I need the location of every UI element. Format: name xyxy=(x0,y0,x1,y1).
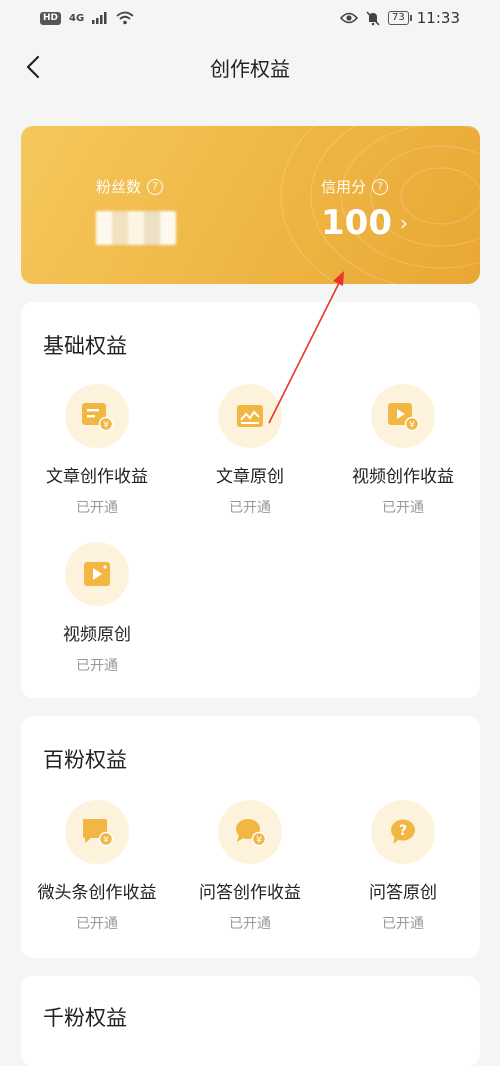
item-status: 已开通 xyxy=(76,500,118,516)
eye-icon xyxy=(340,12,359,24)
micro-post-income-icon: ¥ xyxy=(65,800,129,864)
hd-badge: HD xyxy=(40,11,62,25)
video-income-icon: ¥ xyxy=(371,384,435,448)
nav-bar: 创作权益 xyxy=(0,36,500,98)
status-left: HD 4G xyxy=(40,11,134,25)
status-right: 73 11:33 xyxy=(340,9,460,27)
battery-icon: 73 xyxy=(388,11,412,25)
section-title: 基础权益 xyxy=(43,334,127,358)
wifi-icon xyxy=(116,11,134,25)
svg-text:¥: ¥ xyxy=(103,421,109,431)
hundred-fans-rights-section: 百粉权益 ¥ 微头条创作收益 已开通 ¥ 问答创作收益 已开通 ? 问答原创 已… xyxy=(21,716,480,958)
item-label: 视频原创 xyxy=(63,625,131,645)
credit-score-link[interactable]: 100 › xyxy=(321,203,408,243)
back-button[interactable] xyxy=(18,52,48,82)
fans-label: 粉丝数 xyxy=(96,178,142,196)
status-bar: HD 4G 73 11:33 xyxy=(0,0,500,36)
rights-item-video-income[interactable]: ¥ 视频创作收益 已开通 xyxy=(327,384,479,517)
svg-text:?: ? xyxy=(399,823,407,839)
item-label: 问答创作收益 xyxy=(199,883,301,903)
signal-icon xyxy=(92,12,107,24)
fans-label-row: 粉丝数 ? xyxy=(96,176,176,197)
section-title: 百粉权益 xyxy=(43,748,127,772)
svg-text:¥: ¥ xyxy=(409,421,415,431)
thousand-fans-rights-section: 千粉权益 xyxy=(21,976,480,1066)
item-status: 已开通 xyxy=(229,916,271,932)
item-status: 已开通 xyxy=(382,500,424,516)
item-status: 已开通 xyxy=(76,658,118,674)
chevron-left-icon xyxy=(26,55,40,79)
network-type: 4G xyxy=(69,12,85,24)
article-original-icon xyxy=(218,384,282,448)
stats-card: 粉丝数 ? 信用分 ? 100 › xyxy=(21,126,480,284)
basic-rights-section: 基础权益 ¥ 文章创作收益 已开通 文章原创 已开通 ¥ 视频创作收益 已开通 … xyxy=(21,302,480,698)
fans-value-blurred xyxy=(96,211,176,245)
svg-text:¥: ¥ xyxy=(103,836,109,846)
clock: 11:33 xyxy=(416,9,460,27)
page-title: 创作权益 xyxy=(210,56,290,81)
qa-original-icon: ? xyxy=(371,800,435,864)
qa-income-icon: ¥ xyxy=(218,800,282,864)
credit-score: 100 xyxy=(321,203,392,243)
item-label: 微头条创作收益 xyxy=(37,883,157,903)
item-status: 已开通 xyxy=(76,916,118,932)
rights-item-video-original[interactable]: 视频原创 已开通 xyxy=(21,542,173,675)
rights-item-qa-original[interactable]: ? 问答原创 已开通 xyxy=(327,800,479,933)
mute-bell-icon xyxy=(366,10,380,26)
help-icon[interactable]: ? xyxy=(372,178,389,195)
credit-label: 信用分 xyxy=(321,178,367,196)
video-original-icon xyxy=(65,542,129,606)
item-label: 文章原创 xyxy=(216,467,284,487)
item-label: 问答原创 xyxy=(369,883,437,903)
section-title: 千粉权益 xyxy=(43,1006,127,1030)
credit-label-row: 信用分 ? xyxy=(321,176,408,197)
rights-item-micro-post-income[interactable]: ¥ 微头条创作收益 已开通 xyxy=(21,800,173,933)
rights-item-qa-income[interactable]: ¥ 问答创作收益 已开通 xyxy=(174,800,326,933)
fans-stat: 粉丝数 ? xyxy=(96,176,176,245)
help-icon[interactable]: ? xyxy=(147,178,164,195)
svg-text:¥: ¥ xyxy=(256,836,262,846)
article-income-icon: ¥ xyxy=(65,384,129,448)
chevron-right-icon: › xyxy=(399,211,408,235)
item-label: 文章创作收益 xyxy=(46,467,148,487)
item-status: 已开通 xyxy=(382,916,424,932)
rights-item-article-original[interactable]: 文章原创 已开通 xyxy=(174,384,326,517)
credit-stat[interactable]: 信用分 ? 100 › xyxy=(321,176,408,243)
rights-item-article-income[interactable]: ¥ 文章创作收益 已开通 xyxy=(21,384,173,517)
card-decoration xyxy=(280,126,480,284)
item-label: 视频创作收益 xyxy=(352,467,454,487)
item-status: 已开通 xyxy=(229,500,271,516)
